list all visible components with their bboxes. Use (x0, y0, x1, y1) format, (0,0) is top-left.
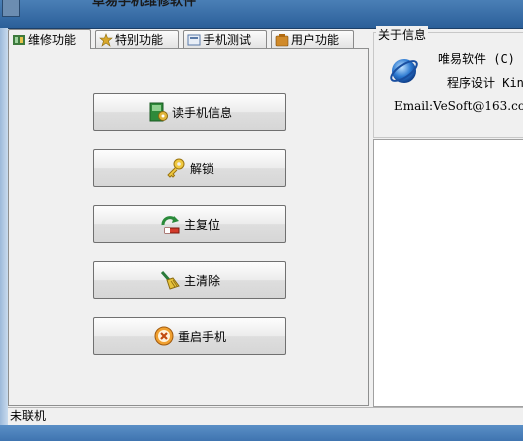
master-reset-button[interactable]: 主复位 (93, 205, 286, 243)
about-author: 程序设计 Kin (447, 76, 523, 90)
button-label: 主清除 (183, 273, 220, 288)
tab-phone-test[interactable]: 手机测试 (183, 30, 267, 48)
unlock-button[interactable]: 解锁 (93, 149, 286, 187)
key-icon (167, 158, 185, 178)
star-tool-icon (99, 32, 113, 47)
app-icon[interactable] (2, 0, 20, 17)
about-legend: 关于信息 (376, 26, 429, 43)
globe-icon (390, 59, 418, 83)
about-company: 唯易软件 (C) (438, 52, 515, 66)
button-label: 主复位 (183, 217, 220, 232)
tab-label: 手机测试 (203, 33, 252, 47)
wrench-icon (13, 34, 25, 45)
connection-status: 未联机 (10, 409, 47, 423)
tab-repair[interactable]: 维修功能 (8, 29, 91, 49)
button-label: 重启手机 (177, 329, 226, 344)
tab-user[interactable]: 用户功能 (271, 30, 354, 48)
tab-label: 用户功能 (291, 33, 340, 47)
chip-gear-icon (149, 102, 168, 122)
broom-icon (160, 271, 180, 290)
read-phone-info-button[interactable]: 读手机信息 (93, 93, 286, 131)
tab-label: 特别功能 (115, 33, 164, 47)
taskbar-strip (0, 425, 523, 441)
tab-label: 维修功能 (28, 33, 77, 47)
tab-special[interactable]: 特别功能 (95, 30, 179, 48)
master-clear-button[interactable]: 主清除 (93, 261, 286, 299)
title-bar: 卓易手机维修软件 (0, 0, 523, 29)
status-bar (8, 407, 523, 426)
log-output[interactable] (373, 139, 523, 407)
about-email: Email:VeSoft@163.co (394, 99, 523, 113)
phone-test-icon (187, 34, 201, 45)
button-label: 解锁 (189, 161, 214, 176)
reset-arrow-icon (161, 216, 180, 234)
restart-phone-button[interactable]: 重启手机 (93, 317, 286, 355)
window-left-edge (0, 28, 8, 425)
button-label: 读手机信息 (171, 105, 232, 120)
restart-x-icon (154, 326, 174, 346)
window-title: 卓易手机维修软件 (92, 0, 197, 8)
user-tools-icon (275, 33, 289, 46)
